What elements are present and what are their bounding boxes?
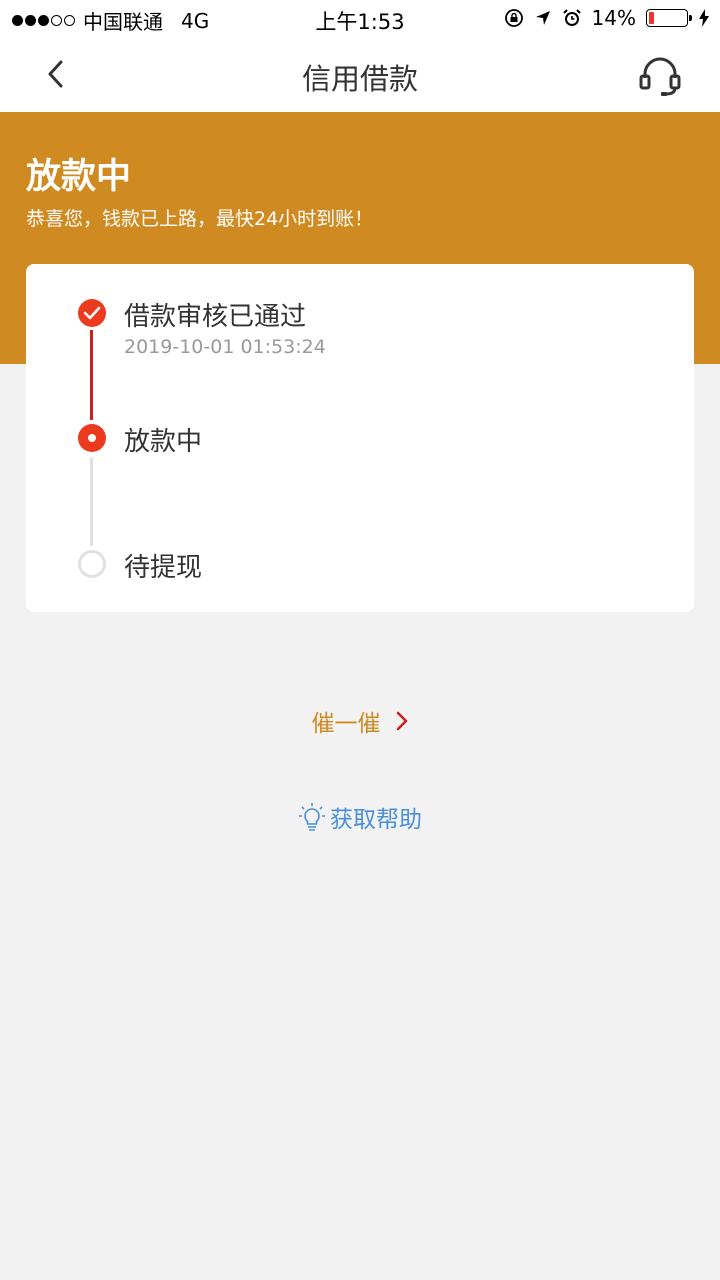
location-arrow-icon bbox=[535, 11, 550, 25]
get-help-link[interactable]: 获取帮助 bbox=[0, 800, 720, 834]
rotation-lock-icon bbox=[504, 9, 523, 27]
banner-description: 恭喜您，钱款已上路，最快24小时到账！ bbox=[26, 208, 374, 230]
banner-title: 放款中 bbox=[26, 157, 132, 197]
status-bar: 中国联通 4G 上午1:53 14% bbox=[0, 0, 720, 36]
step-current-icon bbox=[78, 424, 106, 452]
step-pending-icon bbox=[78, 550, 106, 578]
checkmark-icon bbox=[83, 306, 101, 320]
step-time-approved: 2019-10-01 01:53:24 bbox=[124, 336, 326, 358]
status-right: 14% bbox=[504, 6, 710, 30]
headset-icon bbox=[639, 57, 681, 96]
progress-card: 借款审核已通过 2019-10-01 01:53:24 放款中 待提现 bbox=[26, 264, 694, 612]
battery-icon bbox=[646, 9, 692, 27]
battery-percent: 14% bbox=[591, 6, 636, 30]
step-label-withdraw: 待提现 bbox=[124, 553, 203, 583]
nav-bar: 信用借款 bbox=[0, 36, 720, 112]
get-help-label: 获取帮助 bbox=[330, 807, 422, 833]
lightbulb-icon bbox=[299, 803, 325, 831]
customer-service-button[interactable] bbox=[636, 52, 684, 100]
step-label-approved: 借款审核已通过 bbox=[124, 302, 307, 332]
step-done-icon bbox=[78, 299, 106, 327]
current-dot bbox=[88, 434, 96, 442]
progress-line-pending bbox=[90, 458, 93, 546]
urge-button[interactable]: 催一催 bbox=[0, 704, 720, 738]
step-label-disbursing: 放款中 bbox=[124, 427, 203, 457]
alarm-clock-icon bbox=[562, 9, 581, 26]
page-title: 信用借款 bbox=[301, 62, 418, 96]
chevron-right-icon bbox=[396, 711, 407, 731]
urge-label: 催一催 bbox=[311, 711, 381, 737]
battery-fill bbox=[649, 12, 654, 24]
progress-line-done bbox=[90, 330, 93, 420]
charging-bolt-icon bbox=[699, 9, 709, 27]
